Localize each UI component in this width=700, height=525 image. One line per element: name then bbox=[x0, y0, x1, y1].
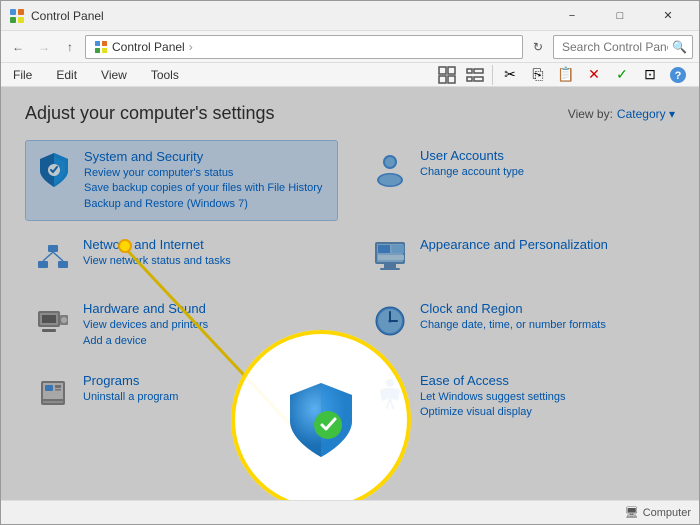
change-account-type-link[interactable]: Change account type bbox=[420, 165, 667, 180]
view-by-control: View by: Category ▾ bbox=[568, 107, 675, 121]
programs-icon bbox=[33, 373, 73, 413]
status-text: Computer bbox=[643, 507, 691, 519]
toolbar-paste[interactable]: 📋 bbox=[553, 62, 579, 88]
toolbar-cut[interactable]: ✂ bbox=[497, 62, 523, 88]
search-icon: 🔍 bbox=[672, 40, 687, 54]
refresh-button[interactable]: ↻ bbox=[527, 36, 549, 58]
menu-view[interactable]: View bbox=[97, 66, 131, 84]
user-accounts-text: User Accounts Change account type bbox=[420, 148, 667, 180]
ease-name[interactable]: Ease of Access bbox=[420, 373, 667, 388]
svg-text:?: ? bbox=[675, 70, 682, 82]
category-system-security[interactable]: System and Security Review your computer… bbox=[25, 140, 338, 221]
menu-file[interactable]: File bbox=[9, 66, 36, 84]
cursor-dot bbox=[118, 239, 132, 253]
toolbar-delete[interactable]: ✕ bbox=[581, 62, 607, 88]
address-bar: ← → ↑ Control Panel › ↻ 🔍 bbox=[1, 31, 699, 63]
page-title: Adjust your computer's settings bbox=[25, 103, 275, 124]
breadcrumb-text: Control Panel bbox=[112, 40, 185, 54]
category-network[interactable]: Network and Internet View network status… bbox=[25, 229, 338, 285]
main-content: Adjust your computer's settings View by:… bbox=[1, 87, 699, 500]
clock-icon bbox=[370, 301, 410, 341]
hardware-icon bbox=[33, 301, 73, 341]
network-icon bbox=[33, 237, 73, 277]
appearance-icon bbox=[370, 237, 410, 277]
menu-bar: File Edit View Tools bbox=[1, 63, 699, 87]
main-header: Adjust your computer's settings View by:… bbox=[25, 103, 675, 124]
system-security-text: System and Security Review your computer… bbox=[84, 149, 329, 212]
backup-restore-link[interactable]: Backup and Restore (Windows 7) bbox=[84, 197, 329, 212]
search-container: 🔍 bbox=[553, 35, 693, 59]
windows-suggest-link[interactable]: Let Windows suggest settings bbox=[420, 390, 667, 405]
network-status-link[interactable]: View network status and tasks bbox=[83, 254, 330, 269]
menu-tools[interactable]: Tools bbox=[147, 66, 183, 84]
toolbar-view-large[interactable] bbox=[434, 62, 460, 88]
back-button[interactable]: ← bbox=[7, 36, 29, 58]
status-bar: 🖥 Computer bbox=[1, 500, 699, 524]
ease-sub: Let Windows suggest settings Optimize vi… bbox=[420, 390, 667, 421]
clock-sub: Change date, time, or number formats bbox=[420, 318, 667, 333]
up-button[interactable]: ↑ bbox=[59, 36, 81, 58]
view-by-category[interactable]: Category ▾ bbox=[617, 107, 675, 121]
window-title: Control Panel bbox=[31, 9, 549, 23]
category-clock[interactable]: Clock and Region Change date, time, or n… bbox=[362, 293, 675, 357]
breadcrumb-separator: › bbox=[189, 40, 193, 54]
appearance-text: Appearance and Personalization bbox=[420, 237, 667, 254]
window-icon bbox=[9, 8, 25, 24]
ease-text: Ease of Access Let Windows suggest setti… bbox=[420, 373, 667, 421]
system-security-name[interactable]: System and Security bbox=[84, 149, 329, 164]
user-accounts-sub: Change account type bbox=[420, 165, 667, 180]
toolbar-copy[interactable]: ⎘ bbox=[525, 62, 551, 88]
close-button[interactable]: ✕ bbox=[645, 1, 691, 31]
appearance-name[interactable]: Appearance and Personalization bbox=[420, 237, 667, 252]
backup-link[interactable]: Save backup copies of your files with Fi… bbox=[84, 181, 329, 196]
user-accounts-name[interactable]: User Accounts bbox=[420, 148, 667, 163]
system-security-icon bbox=[34, 149, 74, 189]
user-accounts-icon bbox=[370, 148, 410, 188]
computer-icon: 🖥 bbox=[625, 506, 639, 519]
title-bar: Control Panel − □ ✕ bbox=[1, 1, 699, 31]
maximize-button[interactable]: □ bbox=[597, 1, 643, 31]
toolbar-view-list[interactable] bbox=[462, 62, 488, 88]
network-sub: View network status and tasks bbox=[83, 254, 330, 269]
optimize-display-link[interactable]: Optimize visual display bbox=[420, 405, 667, 420]
toolbar-help[interactable]: ? bbox=[665, 62, 691, 88]
control-panel-window: Control Panel − □ ✕ ← → ↑ Control Panel … bbox=[0, 0, 700, 525]
system-security-sub: Review your computer's status Save backu… bbox=[84, 166, 329, 212]
breadcrumb[interactable]: Control Panel › bbox=[85, 35, 523, 59]
category-user-accounts[interactable]: User Accounts Change account type bbox=[362, 140, 675, 221]
view-devices-link[interactable]: View devices and printers bbox=[83, 318, 330, 333]
forward-button[interactable]: → bbox=[33, 36, 55, 58]
toolbar-open[interactable]: ⊡ bbox=[637, 62, 663, 88]
minimize-button[interactable]: − bbox=[549, 1, 595, 31]
category-appearance[interactable]: Appearance and Personalization bbox=[362, 229, 675, 285]
menu-edit[interactable]: Edit bbox=[52, 66, 81, 84]
clock-name[interactable]: Clock and Region bbox=[420, 301, 667, 316]
window-controls: − □ ✕ bbox=[549, 1, 691, 31]
spotlight-circle bbox=[231, 330, 411, 500]
clock-text: Clock and Region Change date, time, or n… bbox=[420, 301, 667, 333]
toolbar-properties[interactable]: ✓ bbox=[609, 62, 635, 88]
view-by-label: View by: bbox=[568, 107, 613, 121]
review-status-link[interactable]: Review your computer's status bbox=[84, 166, 329, 181]
spotlight-shield-icon bbox=[276, 375, 366, 465]
change-date-link[interactable]: Change date, time, or number formats bbox=[420, 318, 667, 333]
hardware-name[interactable]: Hardware and Sound bbox=[83, 301, 330, 316]
